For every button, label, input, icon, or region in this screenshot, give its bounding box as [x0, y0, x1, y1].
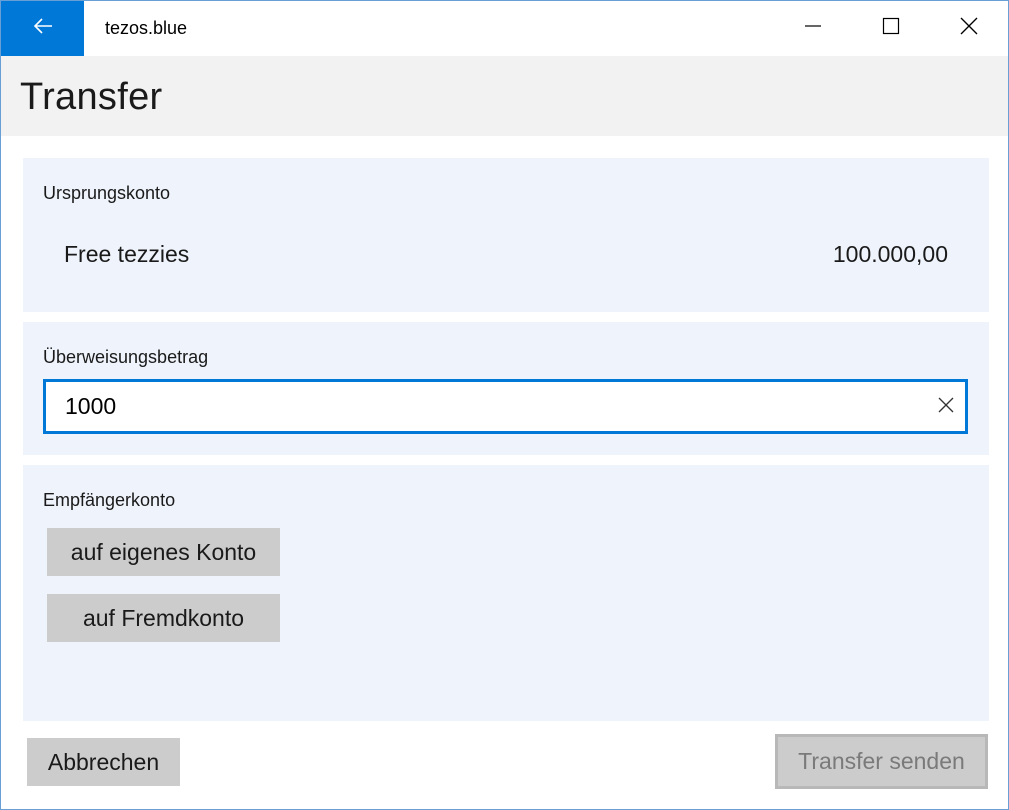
arrow-left-icon: [32, 15, 54, 42]
amount-label: Überweisungsbetrag: [43, 347, 209, 367]
app-title: tezos.blue: [105, 18, 188, 38]
clear-amount-button[interactable]: [933, 394, 959, 420]
amount-section: Überweisungsbetrag: [23, 322, 989, 455]
amount-input-box: [43, 379, 968, 434]
title-bar: tezos.blue: [1, 1, 1008, 56]
origin-account-label: Ursprungskonto: [43, 183, 171, 203]
app-window: tezos.blue Transfer Ursprungskonto Free …: [0, 0, 1009, 810]
recipient-account-label: Empfängerkonto: [43, 490, 176, 510]
maximize-icon: [882, 17, 900, 40]
minimize-icon: [804, 17, 822, 40]
back-button[interactable]: [1, 1, 84, 56]
page-header: Transfer: [1, 56, 1008, 136]
close-icon: [960, 17, 978, 40]
origin-account-section: Ursprungskonto Free tezzies 100.000,00: [23, 158, 989, 312]
close-button[interactable]: [930, 1, 1008, 56]
send-transfer-button[interactable]: Transfer senden: [775, 734, 988, 789]
origin-account-balance: 100.000,00: [832, 241, 948, 267]
page-title: Transfer: [20, 76, 163, 118]
foreign-account-button[interactable]: auf Fremdkonto: [47, 594, 280, 642]
origin-account-name[interactable]: Free tezzies: [64, 241, 189, 268]
minimize-button[interactable]: [774, 1, 852, 56]
recipient-account-section: Empfängerkonto auf eigenes Konto auf Fre…: [23, 465, 989, 721]
amount-input[interactable]: [46, 382, 916, 431]
clear-x-icon: [937, 396, 955, 419]
maximize-button[interactable]: [852, 1, 930, 56]
own-account-button[interactable]: auf eigenes Konto: [47, 528, 280, 576]
cancel-button[interactable]: Abbrechen: [27, 738, 180, 786]
